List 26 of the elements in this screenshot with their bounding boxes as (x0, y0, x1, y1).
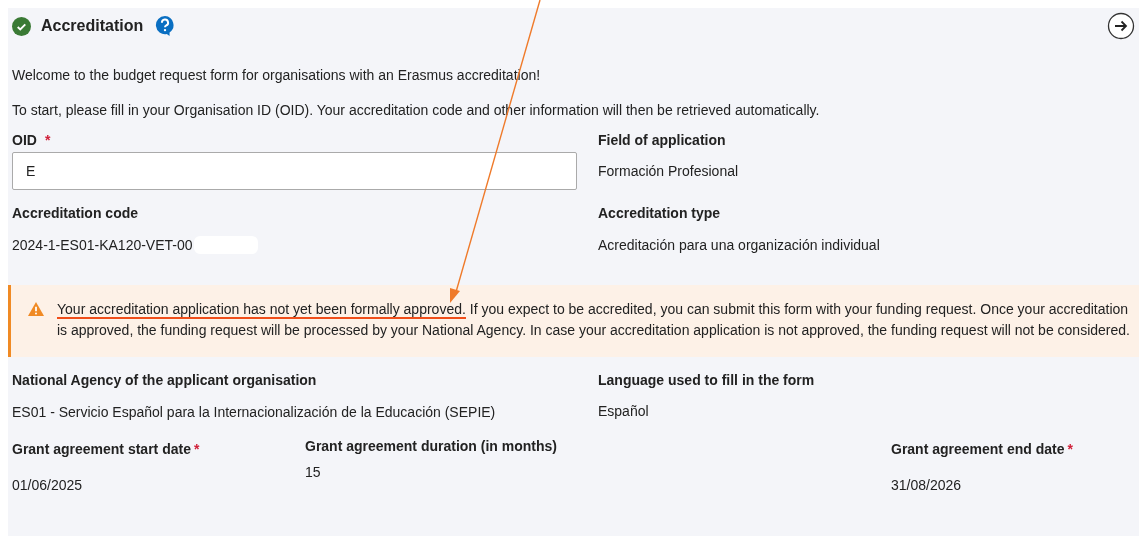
field-label: Field of application (598, 132, 726, 148)
field-value: 15 (305, 464, 321, 480)
oid-input-field[interactable]: E (12, 152, 577, 190)
field-label: Language used to fill in the form (598, 372, 815, 388)
field-label: National Agency of the applicant organisation (12, 372, 317, 388)
field-value: 31/08/2026 (891, 477, 962, 493)
field-label: Accreditation code (12, 205, 139, 221)
required-mark: * (44, 132, 51, 148)
required-mark: * (1067, 441, 1073, 457)
warning-text: Your accreditation application has not yet been formally approved. If you expect to be accredited, you can submit this form with your funding request. Once your accreditation is approved, the funding request will be processed by your National Agency. In case your accreditation application is not approved, the funding request will not be considered. (57, 300, 1131, 340)
field-value: Acreditación para una organización individual (598, 237, 880, 253)
field-label: OID (12, 132, 37, 148)
field-value: ES01 - Servicio Español para la Internacionalización de la Educación (SEPIE) (12, 404, 496, 420)
help-icon[interactable] (155, 15, 176, 37)
warning-icon (27, 301, 45, 317)
required-mark: * (193, 441, 200, 457)
arrow-right-icon[interactable] (1107, 12, 1135, 40)
field-label: Grant agreement start date (12, 441, 191, 457)
field-label: Accreditation type (598, 205, 721, 221)
section-title: Accreditation (41, 17, 144, 35)
field-label: Grant agreement duration (in months) (305, 438, 557, 454)
field-value: 01/06/2025 (12, 477, 83, 493)
field-value: Formación Profesional (598, 163, 739, 179)
field-value: 2024-1-ES01-KA120-VET-00 (12, 237, 193, 253)
field-label: Grant agreement end date (891, 441, 1065, 457)
field-value: Español (598, 403, 649, 419)
